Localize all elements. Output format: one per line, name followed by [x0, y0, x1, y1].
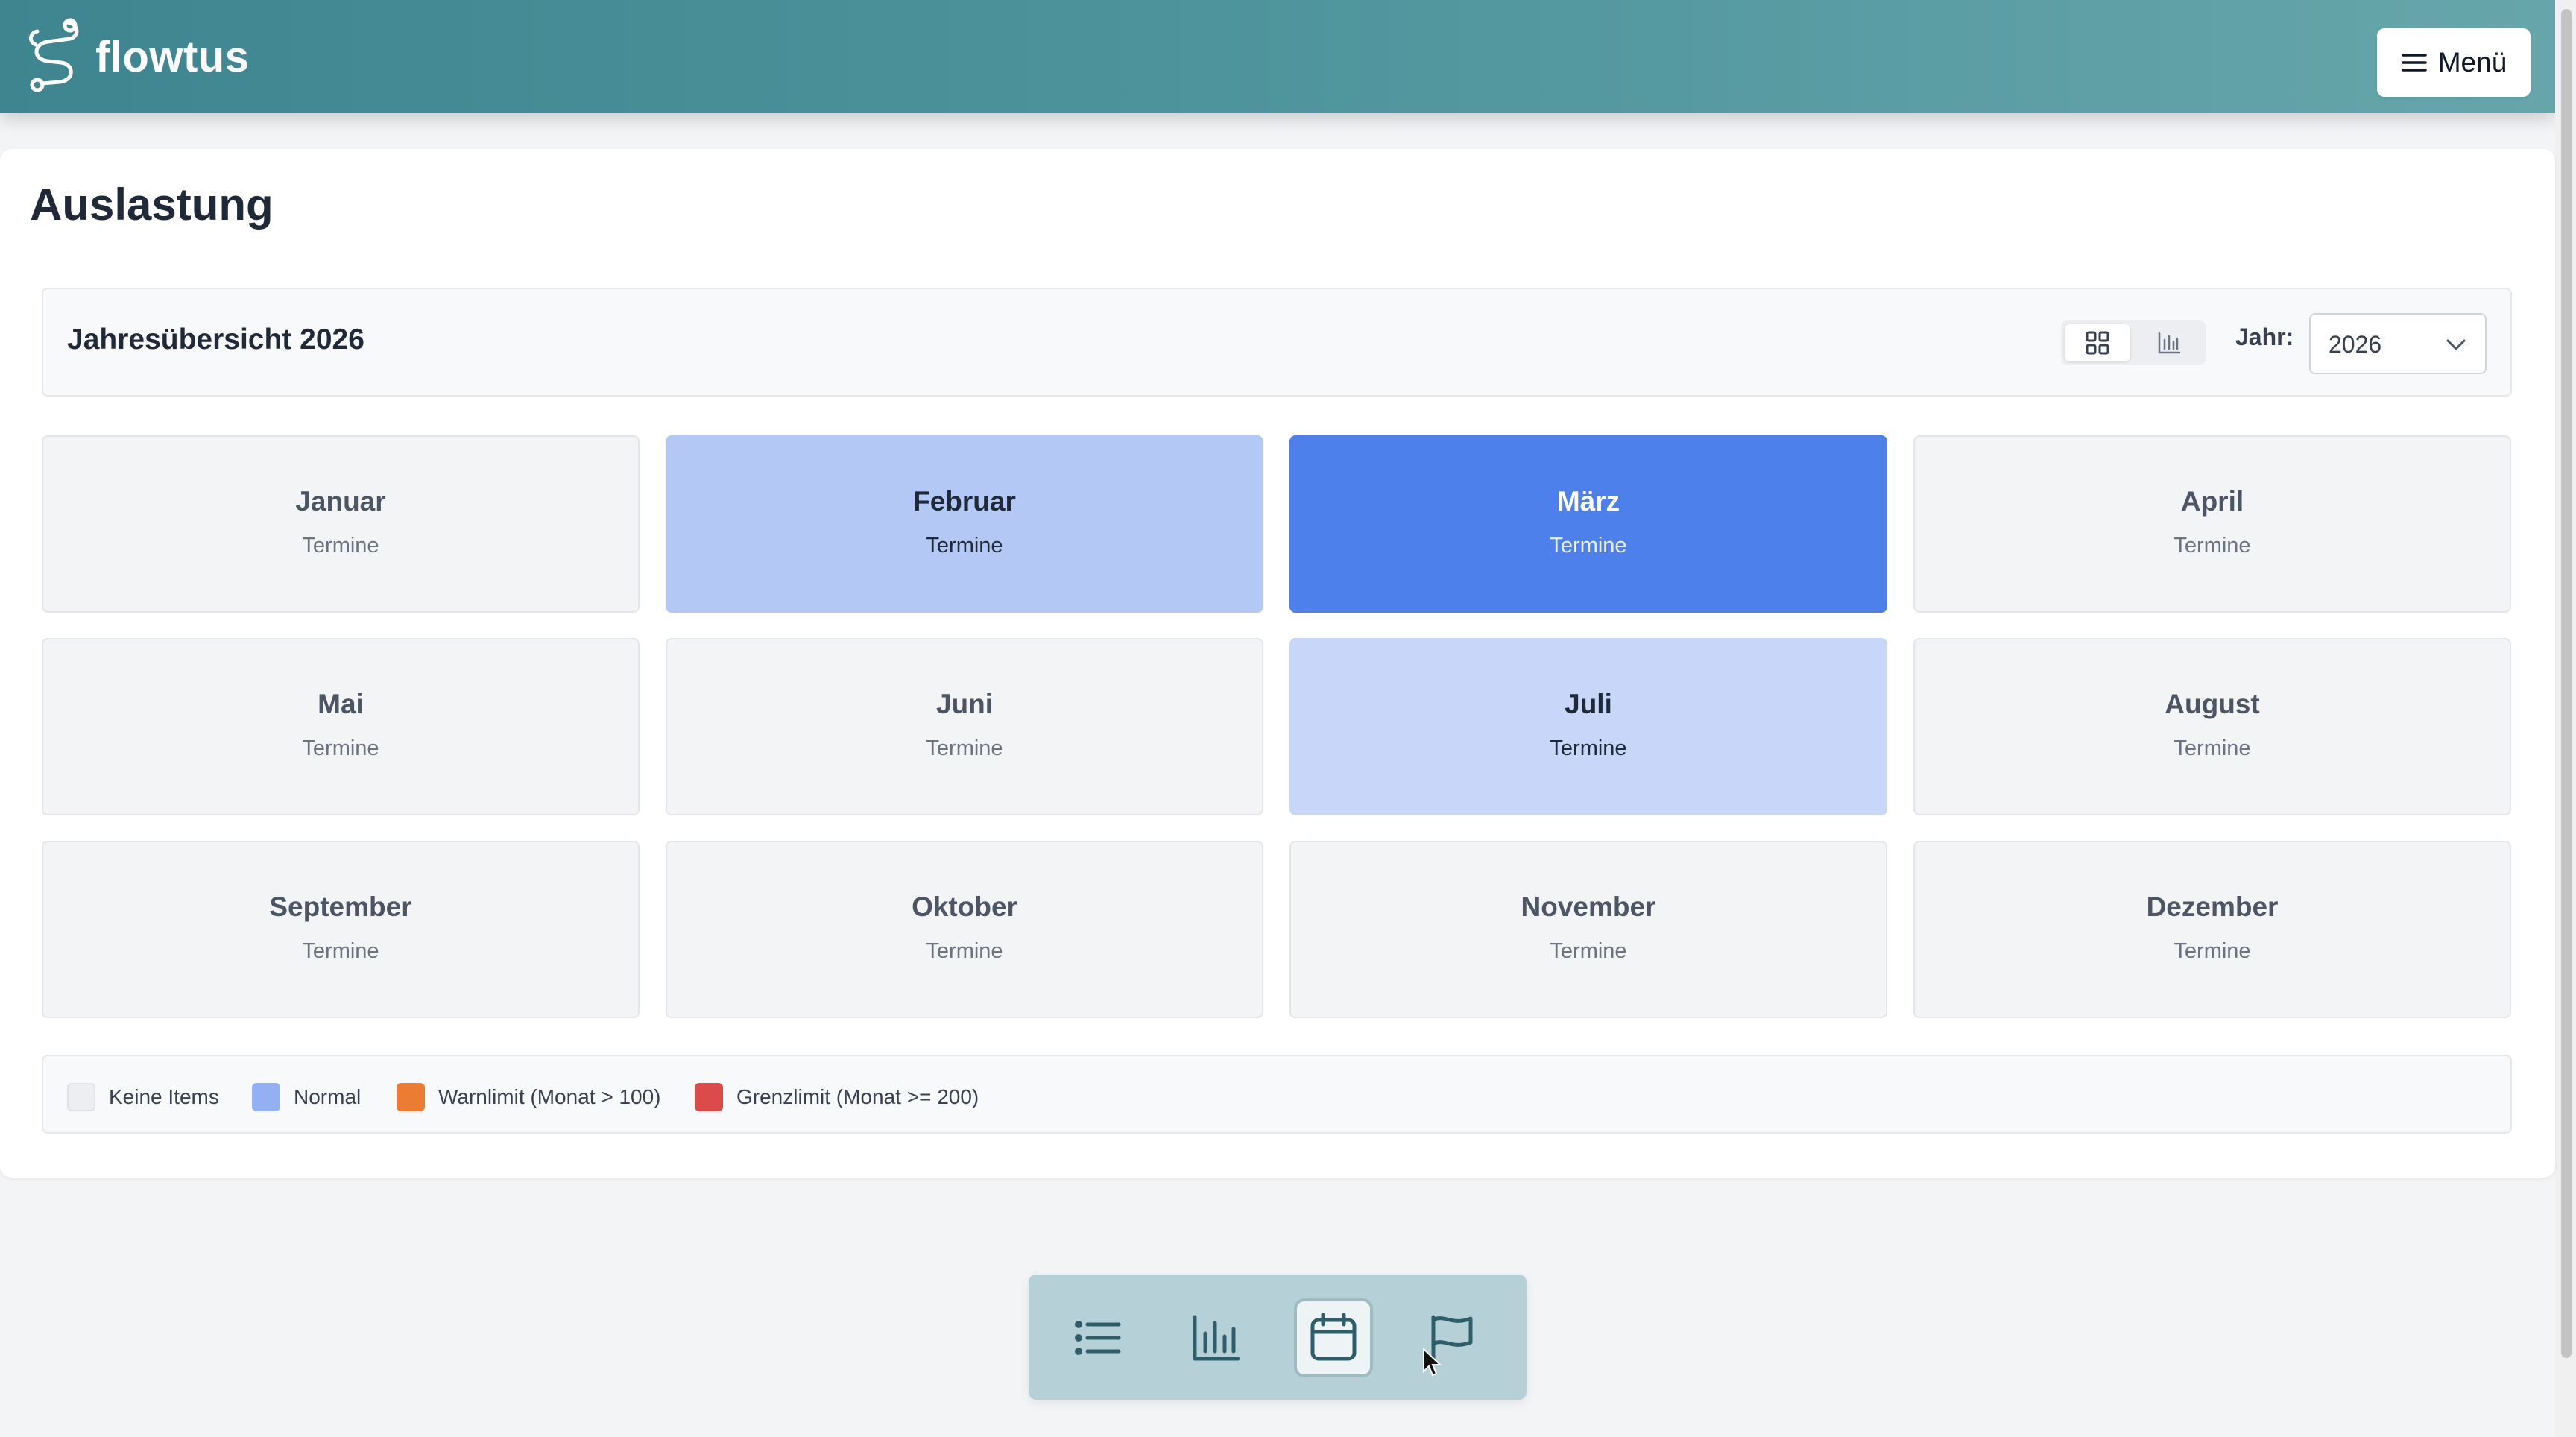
- legend-item-warnlimit: Warnlimit (Monat > 100): [397, 1083, 661, 1111]
- month-name: Februar: [913, 486, 1016, 517]
- bar-chart-icon: [1193, 1315, 1240, 1361]
- nav-chart-button[interactable]: [1176, 1298, 1255, 1377]
- month-card-januar[interactable]: Januar Termine: [42, 435, 640, 613]
- legend-item-keine-items: Keine Items: [67, 1083, 219, 1111]
- mouse-cursor-icon: [1423, 1348, 1442, 1377]
- month-subtitle: Termine: [302, 736, 379, 760]
- chevron-down-icon: [2446, 339, 2466, 350]
- legend-label: Keine Items: [109, 1085, 219, 1108]
- month-subtitle: Termine: [302, 939, 379, 963]
- legend-label: Normal: [294, 1085, 362, 1108]
- month-card-juli[interactable]: Juli Termine: [1289, 638, 1887, 815]
- month-subtitle: Termine: [302, 534, 379, 558]
- chart-view-button[interactable]: [2136, 324, 2202, 361]
- month-name: Oktober: [912, 891, 1017, 922]
- legend-swatch: [252, 1083, 280, 1111]
- month-card-maerz[interactable]: März Termine: [1289, 435, 1887, 613]
- month-name: Juli: [1565, 689, 1612, 719]
- legend-item-grenzlimit: Grenzlimit (Monat >= 200): [695, 1083, 979, 1111]
- legend-swatch: [67, 1083, 95, 1111]
- year-select-value: 2026: [2329, 331, 2382, 358]
- month-subtitle: Termine: [1550, 736, 1627, 760]
- month-card-mai[interactable]: Mai Termine: [42, 638, 640, 815]
- hamburger-icon: [2401, 54, 2427, 72]
- month-subtitle: Termine: [926, 939, 1003, 963]
- month-subtitle: Termine: [2174, 939, 2251, 963]
- month-name: Mai: [318, 689, 364, 719]
- month-subtitle: Termine: [2174, 736, 2251, 760]
- calendar-icon: [1310, 1313, 1357, 1361]
- year-overview-bar: Jahresübersicht 2026 Jahr: 2026: [42, 288, 2512, 397]
- month-card-februar[interactable]: Februar Termine: [666, 435, 1263, 613]
- month-subtitle: Termine: [1550, 939, 1627, 963]
- view-toggle: [2061, 320, 2206, 365]
- bottom-nav: [1029, 1275, 1527, 1400]
- month-card-juni[interactable]: Juni Termine: [666, 638, 1263, 815]
- month-name: Juni: [935, 689, 994, 719]
- brand-name: flowtus: [95, 32, 250, 81]
- scrollbar-thumb[interactable]: [2561, 9, 2572, 1358]
- legend: Keine Items Normal Warnlimit (Monat > 10…: [42, 1055, 2512, 1134]
- main-card: Auslastung Jahresübersicht 2026 Jahr: 20…: [0, 149, 2555, 1178]
- month-name: Januar: [295, 486, 386, 517]
- grid-icon: [2086, 331, 2109, 355]
- legend-item-normal: Normal: [252, 1083, 361, 1111]
- month-name: März: [1556, 486, 1620, 517]
- month-name: September: [269, 891, 412, 922]
- flowtus-logo-icon: [29, 18, 79, 92]
- month-card-september[interactable]: September Termine: [42, 841, 640, 1018]
- year-select[interactable]: 2026: [2309, 313, 2487, 374]
- nav-list-button[interactable]: [1058, 1298, 1137, 1377]
- month-name: August: [2165, 689, 2260, 719]
- month-card-oktober[interactable]: Oktober Termine: [666, 841, 1263, 1018]
- month-card-november[interactable]: November Termine: [1289, 841, 1887, 1018]
- list-icon: [1075, 1321, 1121, 1355]
- overview-title: Jahresübersicht 2026: [67, 323, 364, 356]
- top-header: flowtus Menü: [0, 0, 2555, 113]
- year-label: Jahr:: [2235, 323, 2294, 350]
- month-subtitle: Termine: [926, 534, 1003, 558]
- month-subtitle: Termine: [926, 736, 1003, 760]
- page-title: Auslastung: [30, 180, 274, 230]
- brand-logo[interactable]: flowtus: [22, 16, 249, 97]
- page-scrollbar[interactable]: [2555, 0, 2576, 1437]
- menu-button[interactable]: Menü: [2377, 28, 2531, 97]
- month-name: November: [1521, 891, 1656, 922]
- legend-label: Warnlimit (Monat > 100): [438, 1085, 661, 1108]
- month-card-august[interactable]: August Termine: [1913, 638, 2511, 815]
- legend-swatch: [397, 1083, 425, 1111]
- grid-view-button[interactable]: [2065, 324, 2130, 361]
- month-card-april[interactable]: April Termine: [1913, 435, 2511, 613]
- legend-swatch: [695, 1083, 723, 1111]
- menu-label: Menü: [2437, 47, 2507, 78]
- month-subtitle: Termine: [1550, 534, 1627, 558]
- month-card-dezember[interactable]: Dezember Termine: [1913, 841, 2511, 1018]
- legend-label: Grenzlimit (Monat >= 200): [736, 1085, 979, 1108]
- month-name: April: [2180, 486, 2244, 517]
- bar-chart-icon: [2158, 332, 2181, 354]
- nav-calendar-button[interactable]: [1294, 1298, 1373, 1377]
- month-subtitle: Termine: [2174, 534, 2251, 558]
- month-name: Dezember: [2146, 891, 2279, 922]
